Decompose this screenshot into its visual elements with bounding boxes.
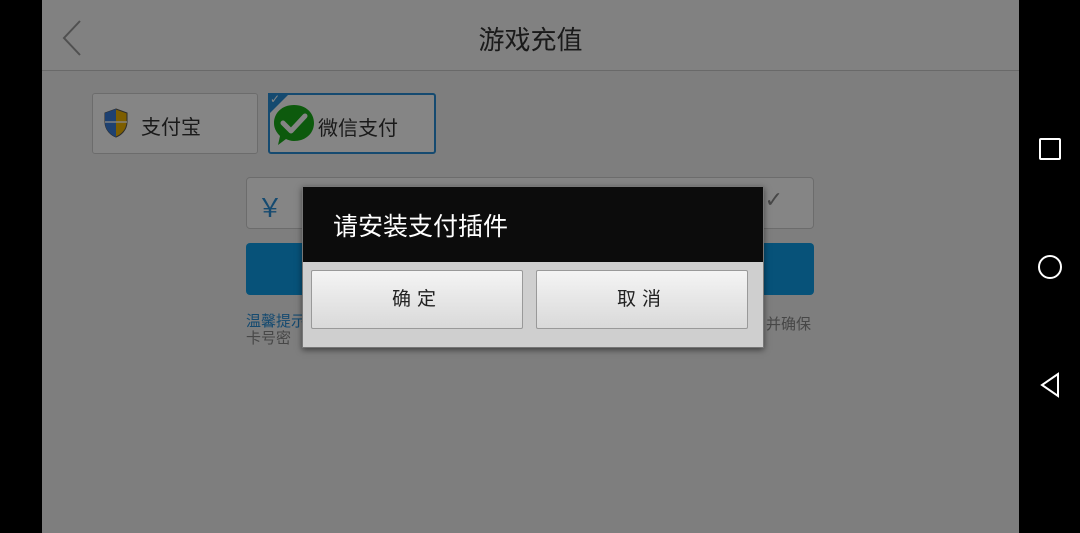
back-triangle-icon[interactable] (1039, 372, 1061, 402)
cancel-button[interactable]: 取消 (536, 270, 748, 329)
dialog-buttons: 确定 取消 (303, 262, 763, 347)
dialog-header: 请安装支付插件 (303, 187, 763, 262)
home-icon[interactable] (1038, 255, 1062, 279)
dialog-title: 请安装支付插件 (333, 212, 509, 241)
recent-apps-icon[interactable] (1039, 138, 1061, 160)
install-plugin-dialog: 请安装支付插件 确定 取消 (302, 186, 764, 348)
android-nav-bar (1019, 0, 1080, 533)
confirm-button[interactable]: 确定 (311, 270, 523, 329)
app-screen: 游戏充值 支付宝 ✓ 微信支付 ￥ ✓ 温馨提示 卡号密 并确保 请安装支付插件… (42, 0, 1019, 533)
